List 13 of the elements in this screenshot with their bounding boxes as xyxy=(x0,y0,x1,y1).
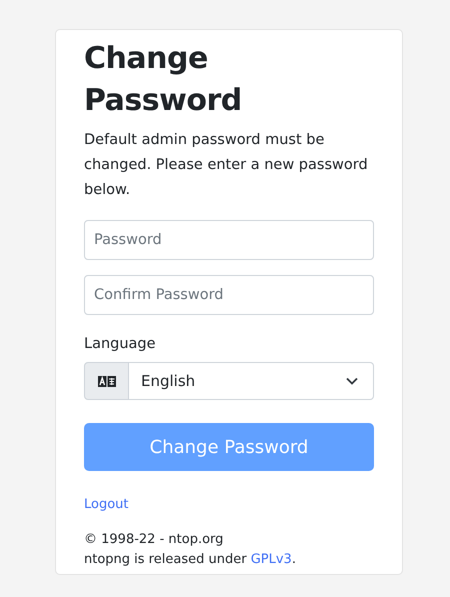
logout-link[interactable]: Logout xyxy=(84,497,129,512)
license-text: ntopng is released under GPLv3. xyxy=(84,551,297,569)
language-select[interactable]: English xyxy=(129,362,374,400)
language-label: Language xyxy=(84,335,157,354)
license-link[interactable]: GPLv3 xyxy=(250,552,292,567)
translate-icon xyxy=(98,376,116,386)
copyright-text: © 1998-22 - ntop.org xyxy=(84,531,224,549)
password-field[interactable]: Password xyxy=(84,220,374,260)
description-text: Default admin password must be changed. Please enter a new password below. xyxy=(84,131,369,200)
password-field[interactable]: Confirm Password xyxy=(84,275,374,315)
page-title: Change Password xyxy=(84,40,243,120)
change-password-button[interactable]: Change Password xyxy=(84,423,374,471)
chevron-down-icon xyxy=(346,377,358,385)
